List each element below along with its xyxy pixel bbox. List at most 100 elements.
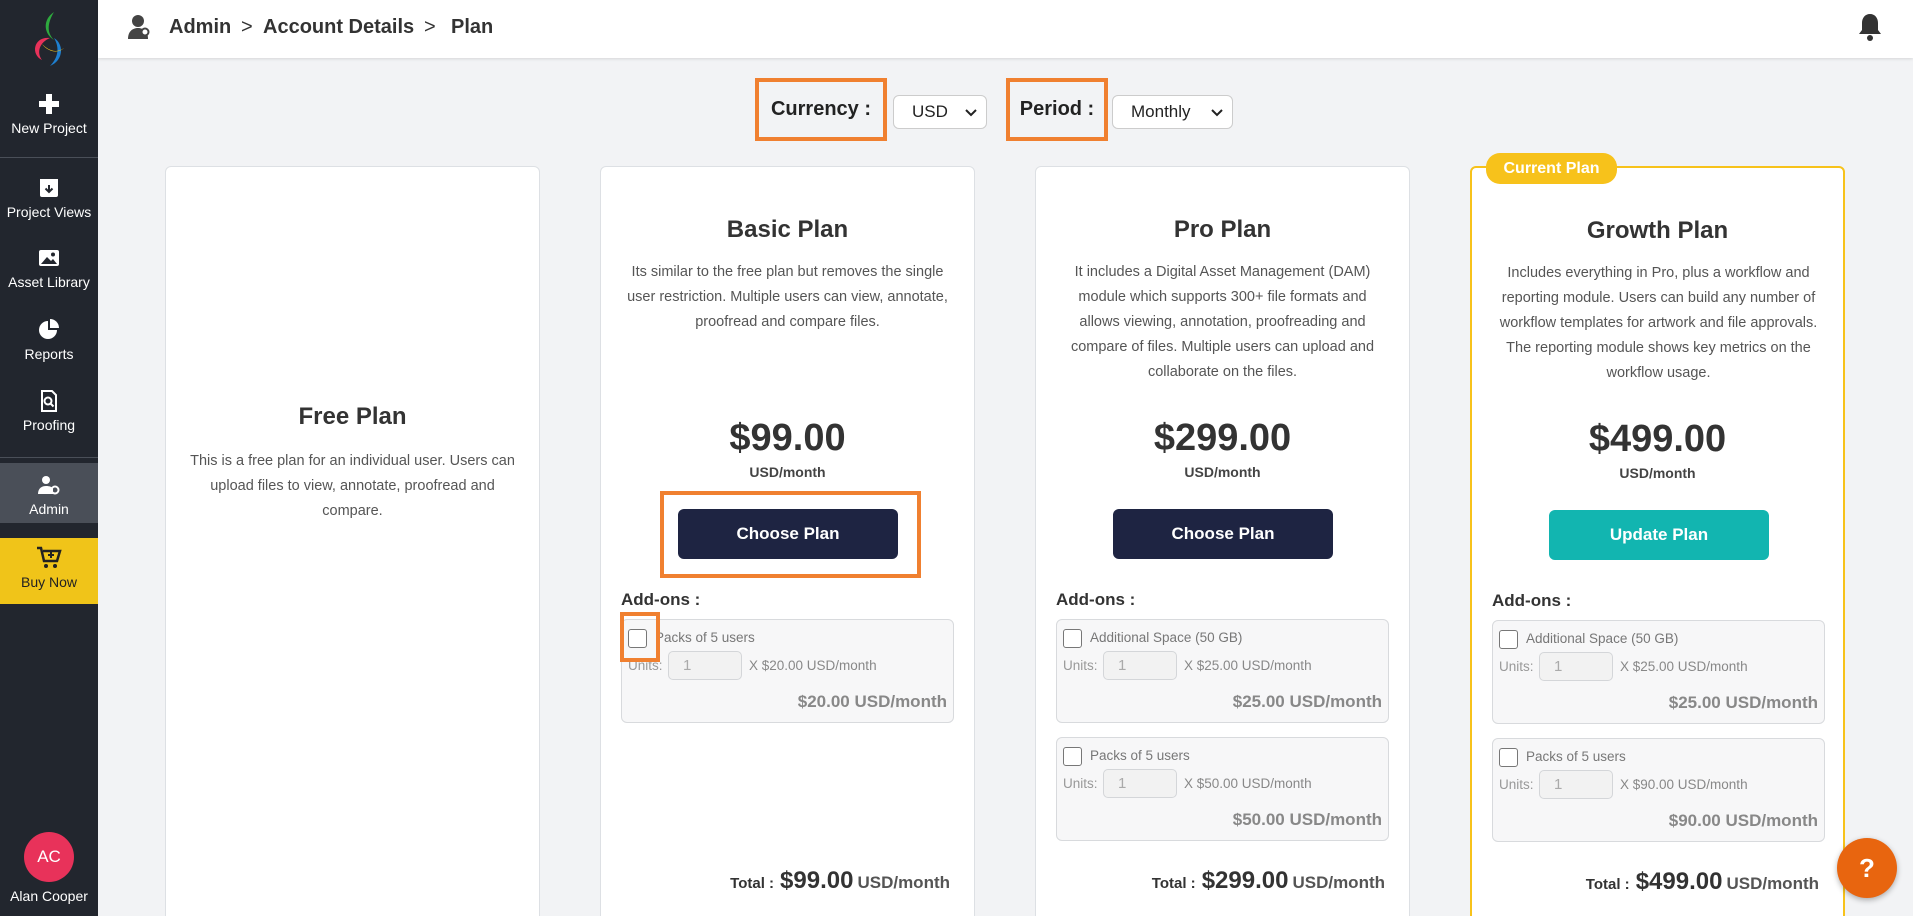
user-icon bbox=[128, 15, 150, 39]
addon-checkbox[interactable] bbox=[1499, 630, 1518, 649]
addon-checkbox[interactable] bbox=[1063, 747, 1082, 766]
current-plan-badge: Current Plan bbox=[1486, 153, 1617, 184]
total-unit: USD/month bbox=[1292, 873, 1385, 892]
total-value: $499.00 bbox=[1635, 868, 1723, 895]
plan-price: $299.00 bbox=[1153, 417, 1292, 459]
currency-select[interactable]: USD bbox=[893, 95, 987, 129]
addon-item: Packs of 5 users Units: 1 X $20.00 USD/m… bbox=[621, 619, 954, 723]
help-button[interactable]: ? bbox=[1837, 838, 1897, 898]
units-input[interactable]: 1 bbox=[1539, 770, 1613, 799]
plan-card-growth: Growth Plan Includes everything in Pro, … bbox=[1470, 166, 1845, 916]
plan-card-free: Free Plan This is a free plan for an ind… bbox=[165, 166, 540, 916]
sidebar-item-label: Project Views bbox=[6, 204, 92, 220]
chevron-down-icon bbox=[965, 109, 977, 117]
pie-chart-icon bbox=[39, 319, 59, 339]
download-box-icon bbox=[40, 179, 58, 197]
plan-card-basic: Basic Plan Its similar to the free plan … bbox=[600, 166, 975, 916]
breadcrumb-plan: Plan bbox=[451, 16, 494, 38]
units-label: Units: bbox=[628, 658, 663, 673]
plan-title: Pro Plan bbox=[1173, 216, 1272, 243]
chevron-down-icon bbox=[1211, 109, 1223, 117]
addon-item: Packs of 5 users Units: 1 X $50.00 USD/m… bbox=[1056, 737, 1389, 841]
sidebar-item-label: Asset Library bbox=[8, 274, 90, 290]
plan-title: Free Plan bbox=[298, 403, 407, 430]
user-settings-icon bbox=[38, 476, 60, 495]
sidebar-item-proofing[interactable]: Proofing bbox=[0, 389, 98, 433]
addon-name: Additional Space (50 GB) bbox=[1526, 631, 1679, 646]
total-value: $299.00 bbox=[1201, 867, 1289, 894]
addon-amount: $25.00 USD/month bbox=[1232, 692, 1382, 711]
user-name: Alan Cooper bbox=[10, 888, 88, 904]
addon-amount: $20.00 USD/month bbox=[797, 692, 947, 711]
topbar: Admin > Account Details > Plan bbox=[98, 0, 1913, 58]
addon-checkbox[interactable] bbox=[628, 629, 647, 648]
sidebar-item-admin[interactable]: Admin bbox=[0, 463, 98, 523]
plan-price-unit: USD/month bbox=[1184, 464, 1261, 480]
addon-name: Packs of 5 users bbox=[1526, 749, 1626, 764]
buy-now-button[interactable]: Buy Now bbox=[0, 538, 98, 604]
addon-name: Additional Space (50 GB) bbox=[1090, 630, 1243, 645]
sidebar-item-reports[interactable]: Reports bbox=[0, 318, 98, 362]
units-input[interactable]: 1 bbox=[1103, 769, 1177, 798]
sidebar-item-asset-library[interactable]: Asset Library bbox=[0, 246, 98, 290]
plan-price-unit: USD/month bbox=[1619, 465, 1696, 481]
plan-price-unit: USD/month bbox=[749, 464, 826, 480]
addon-checkbox[interactable] bbox=[1499, 748, 1518, 767]
sidebar-item-label: New Project bbox=[11, 120, 87, 136]
sidebar: New Project Project Views Asset Library … bbox=[0, 0, 98, 916]
app-logo[interactable] bbox=[24, 8, 74, 68]
bell-icon[interactable] bbox=[1857, 12, 1883, 42]
addons-title: Add-ons : bbox=[621, 590, 701, 609]
divider bbox=[0, 157, 98, 158]
plan-description: It includes a Digital Asset Management (… bbox=[1070, 264, 1375, 380]
breadcrumb-account-details[interactable]: Account Details bbox=[263, 16, 414, 39]
addon-rate: X $20.00 USD/month bbox=[749, 658, 877, 673]
period-select[interactable]: Monthly bbox=[1112, 95, 1233, 129]
plan-total: Total : $499.00 USD/month bbox=[1586, 868, 1819, 896]
addon-rate: X $90.00 USD/month bbox=[1620, 777, 1748, 792]
addon-item: Additional Space (50 GB) Units: 1 X $25.… bbox=[1492, 620, 1825, 724]
units-input[interactable]: 1 bbox=[668, 651, 742, 680]
total-value: $99.00 bbox=[780, 867, 854, 894]
plus-icon bbox=[39, 94, 59, 114]
units-input[interactable]: 1 bbox=[1103, 651, 1177, 680]
sidebar-item-label: Proofing bbox=[22, 417, 76, 433]
addons-title: Add-ons : bbox=[1056, 590, 1136, 609]
units-label: Units: bbox=[1499, 659, 1534, 674]
addon-amount: $25.00 USD/month bbox=[1668, 693, 1818, 712]
addon-item: Packs of 5 users Units: 1 X $90.00 USD/m… bbox=[1492, 738, 1825, 842]
sidebar-item-new-project[interactable]: New Project bbox=[0, 92, 98, 136]
choose-plan-button[interactable]: Choose Plan bbox=[678, 509, 898, 559]
addon-name: Packs of 5 users bbox=[1090, 748, 1190, 763]
total-label: Total : bbox=[1585, 876, 1630, 893]
plan-description: This is a free plan for an individual us… bbox=[190, 453, 515, 519]
breadcrumb-separator: > bbox=[241, 16, 253, 38]
addon-checkbox[interactable] bbox=[1063, 629, 1082, 648]
buy-now-label: Buy Now bbox=[20, 574, 78, 590]
sidebar-item-label: Admin bbox=[29, 501, 69, 517]
cart-icon bbox=[37, 546, 62, 568]
avatar[interactable]: AC bbox=[24, 832, 74, 882]
plan-total: Total : $299.00 USD/month bbox=[1152, 867, 1385, 895]
total-label: Total : bbox=[1151, 875, 1196, 892]
plan-price: $499.00 bbox=[1588, 418, 1727, 460]
plan-total: Total : $99.00 USD/month bbox=[730, 867, 950, 895]
total-unit: USD/month bbox=[857, 873, 950, 892]
sidebar-item-project-views[interactable]: Project Views bbox=[0, 176, 98, 220]
plan-card-pro: Pro Plan It includes a Digital Asset Man… bbox=[1035, 166, 1410, 916]
currency-value: USD bbox=[912, 102, 948, 121]
image-icon bbox=[39, 250, 59, 266]
currency-label: Currency : bbox=[755, 78, 887, 141]
addon-name: Packs of 5 users bbox=[655, 630, 755, 645]
plan-price: $99.00 bbox=[729, 417, 846, 459]
divider bbox=[0, 457, 98, 458]
addon-rate: X $25.00 USD/month bbox=[1620, 659, 1748, 674]
breadcrumb-admin[interactable]: Admin bbox=[169, 16, 231, 39]
update-plan-button[interactable]: Update Plan bbox=[1549, 510, 1769, 560]
addon-amount: $50.00 USD/month bbox=[1232, 810, 1382, 829]
addons-title: Add-ons : bbox=[1492, 591, 1572, 610]
choose-plan-button[interactable]: Choose Plan bbox=[1113, 509, 1333, 559]
units-label: Units: bbox=[1063, 776, 1098, 791]
units-input[interactable]: 1 bbox=[1539, 652, 1613, 681]
plan-description: Includes everything in Pro, plus a workf… bbox=[1499, 265, 1818, 381]
